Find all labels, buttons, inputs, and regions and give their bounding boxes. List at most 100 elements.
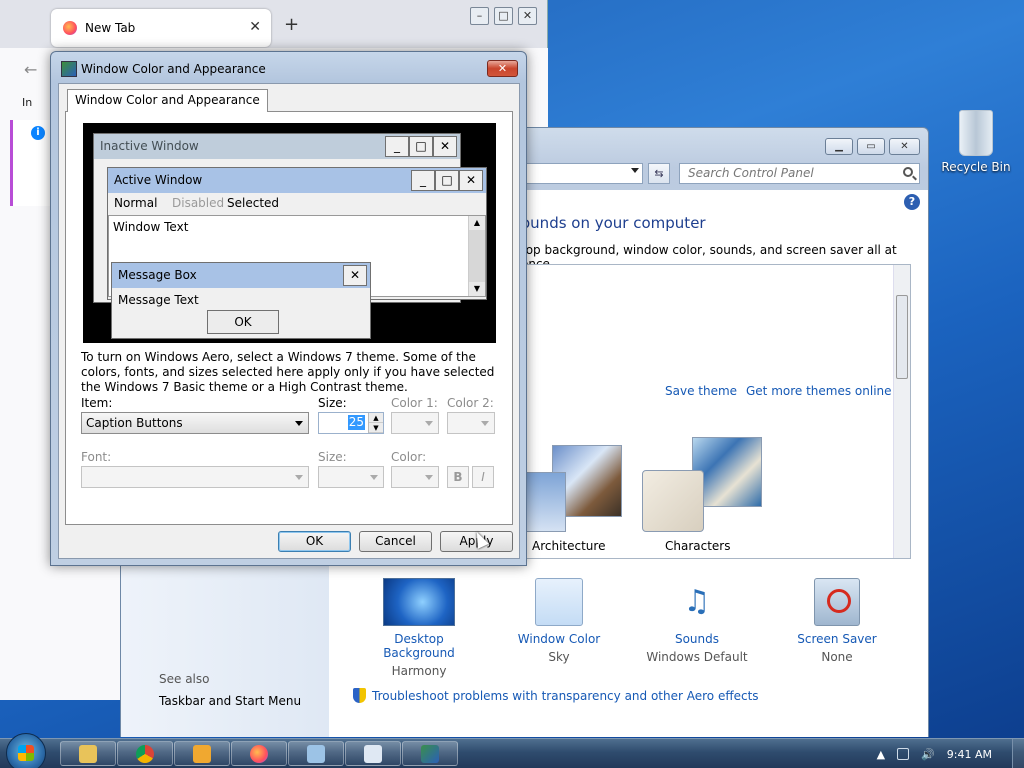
scroll-up-icon[interactable]: ▲	[469, 216, 485, 230]
desktop-background-icon	[383, 578, 455, 626]
color2-label: Color 2:	[447, 396, 494, 410]
preview-message-box[interactable]: Message Box ✕ Message Text OK	[111, 262, 371, 339]
characters-thumbnail-front	[642, 470, 704, 532]
chevron-down-icon	[425, 475, 433, 480]
menu-normal[interactable]: Normal	[114, 196, 157, 210]
close-button[interactable]: ✕	[889, 138, 920, 155]
appearance-preview[interactable]: Inactive Window _ □ ✕ Active Window _ □ …	[83, 123, 496, 343]
close-icon[interactable]: ✕	[343, 265, 367, 286]
window-color-icon	[535, 578, 583, 626]
inactive-caption-buttons: _ □ ✕	[385, 136, 457, 157]
taskbar-personalization[interactable]	[402, 741, 458, 766]
message-text: Message Text	[118, 293, 199, 307]
option-subtitle: Harmony	[391, 664, 447, 678]
desktop-background-option[interactable]: Desktop Background Harmony	[359, 578, 479, 678]
clock[interactable]: 9:41 AM	[947, 748, 992, 761]
maximize-icon[interactable]: □	[409, 136, 433, 157]
tab-window-color-appearance[interactable]: Window Color and Appearance	[67, 89, 268, 112]
preview-scrollbar[interactable]: ▲ ▼	[468, 216, 485, 296]
chevron-down-icon[interactable]	[295, 421, 303, 426]
item-label: Item:	[81, 396, 113, 410]
font-size-label: Size:	[318, 450, 347, 464]
chevron-down-icon[interactable]	[631, 168, 639, 173]
show-desktop-button[interactable]	[1012, 739, 1024, 768]
minimize-button[interactable]: ▁	[825, 138, 853, 155]
info-icon: i	[31, 126, 45, 140]
taskbar-remote-desktop[interactable]	[288, 741, 344, 766]
sounds-option[interactable]: ♫ Sounds Windows Default	[637, 578, 757, 664]
option-title[interactable]: Sounds	[637, 632, 757, 646]
show-hidden-icons-icon[interactable]: ▲	[877, 748, 885, 761]
help-icon[interactable]: ?	[904, 194, 920, 210]
window-text: Window Text	[113, 220, 189, 234]
option-title[interactable]: Desktop Background	[359, 632, 479, 660]
font-color-picker	[391, 466, 439, 488]
ok-button[interactable]: OK	[278, 531, 351, 552]
message-box-ok-button[interactable]: OK	[207, 310, 279, 334]
size-spinner-arrows[interactable]: ▲ ▼	[368, 413, 383, 433]
remote-desktop-icon	[307, 744, 325, 763]
color2-picker	[447, 412, 495, 434]
start-button[interactable]	[6, 733, 46, 768]
close-button[interactable]: ✕	[518, 7, 537, 25]
firefox-tab-new-tab[interactable]: New Tab ✕	[51, 9, 271, 47]
spin-down-icon[interactable]: ▼	[369, 423, 383, 433]
taskbar-media-player[interactable]	[174, 741, 230, 766]
scrollbar-thumb[interactable]	[896, 295, 908, 379]
minimize-icon[interactable]: _	[385, 136, 409, 157]
taskbar-chrome[interactable]	[117, 741, 173, 766]
taskbar-start-menu-link[interactable]: Taskbar and Start Menu	[159, 694, 301, 708]
firefox-icon	[250, 744, 268, 763]
close-icon[interactable]: ✕	[459, 170, 483, 191]
font-color-label: Color:	[391, 450, 427, 464]
aero-explanation: To turn on Windows Aero, select a Window…	[81, 350, 495, 394]
recycle-bin-icon	[959, 110, 993, 156]
item-select[interactable]: Caption Buttons	[81, 412, 309, 434]
close-icon[interactable]: ✕	[433, 136, 457, 157]
maximize-button[interactable]: ▭	[857, 138, 885, 155]
recycle-bin[interactable]: Recycle Bin	[940, 110, 1012, 174]
menu-selected[interactable]: Selected	[227, 196, 279, 210]
option-title[interactable]: Screen Saver	[777, 632, 897, 646]
maximize-icon[interactable]: □	[435, 170, 459, 191]
get-more-themes-link[interactable]: Get more themes online	[746, 384, 892, 398]
themes-list[interactable]: Save theme Get more themes online Archit…	[521, 264, 911, 559]
taskbar-window[interactable]	[345, 741, 401, 766]
search-input[interactable]: Search Control Panel	[679, 163, 920, 184]
tab-close-icon[interactable]: ✕	[249, 19, 261, 35]
dialog-close-button[interactable]: ✕	[487, 60, 518, 77]
maximize-button[interactable]: □	[494, 7, 513, 25]
save-theme-link[interactable]: Save theme	[665, 384, 737, 398]
troubleshoot-link[interactable]: Troubleshoot problems with transparency …	[353, 688, 759, 703]
network-icon[interactable]	[897, 748, 910, 760]
firefox-tabbar: New Tab ✕ + – □ ✕	[0, 0, 547, 48]
minimize-icon[interactable]: _	[411, 170, 435, 191]
option-title[interactable]: Window Color	[499, 632, 619, 646]
size-spinner[interactable]: 25 ▲ ▼	[318, 412, 384, 434]
personalization-icon	[421, 744, 439, 763]
explorer-icon	[79, 744, 97, 763]
cancel-button[interactable]: Cancel	[359, 531, 432, 552]
sidebar-import-label[interactable]: In	[22, 96, 32, 109]
minimize-button[interactable]: –	[470, 7, 489, 25]
option-subtitle: None	[821, 650, 853, 664]
volume-icon[interactable]: 🔊	[921, 748, 935, 761]
new-tab-button[interactable]: +	[284, 14, 299, 35]
themes-scrollbar[interactable]	[893, 265, 910, 558]
screen-saver-option[interactable]: Screen Saver None	[777, 578, 897, 664]
font-label: Font:	[81, 450, 112, 464]
taskbar-firefox[interactable]	[231, 741, 287, 766]
refresh-button[interactable]: ⇆	[648, 163, 670, 184]
address-bar[interactable]	[513, 163, 643, 184]
display-settings-icon	[61, 61, 77, 77]
back-arrow-icon[interactable]: ←	[24, 60, 37, 79]
troubleshoot-label[interactable]: Troubleshoot problems with transparency …	[372, 689, 759, 703]
window-color-option[interactable]: Window Color Sky	[499, 578, 619, 664]
scroll-down-icon[interactable]: ▼	[469, 282, 485, 296]
search-icon[interactable]	[903, 167, 913, 177]
taskbar-explorer[interactable]	[60, 741, 116, 766]
spin-up-icon[interactable]: ▲	[369, 413, 383, 423]
chevron-down-icon	[425, 421, 433, 426]
size-value[interactable]: 25	[347, 415, 365, 430]
personalization-options: Desktop Background Harmony Window Color …	[359, 578, 919, 678]
